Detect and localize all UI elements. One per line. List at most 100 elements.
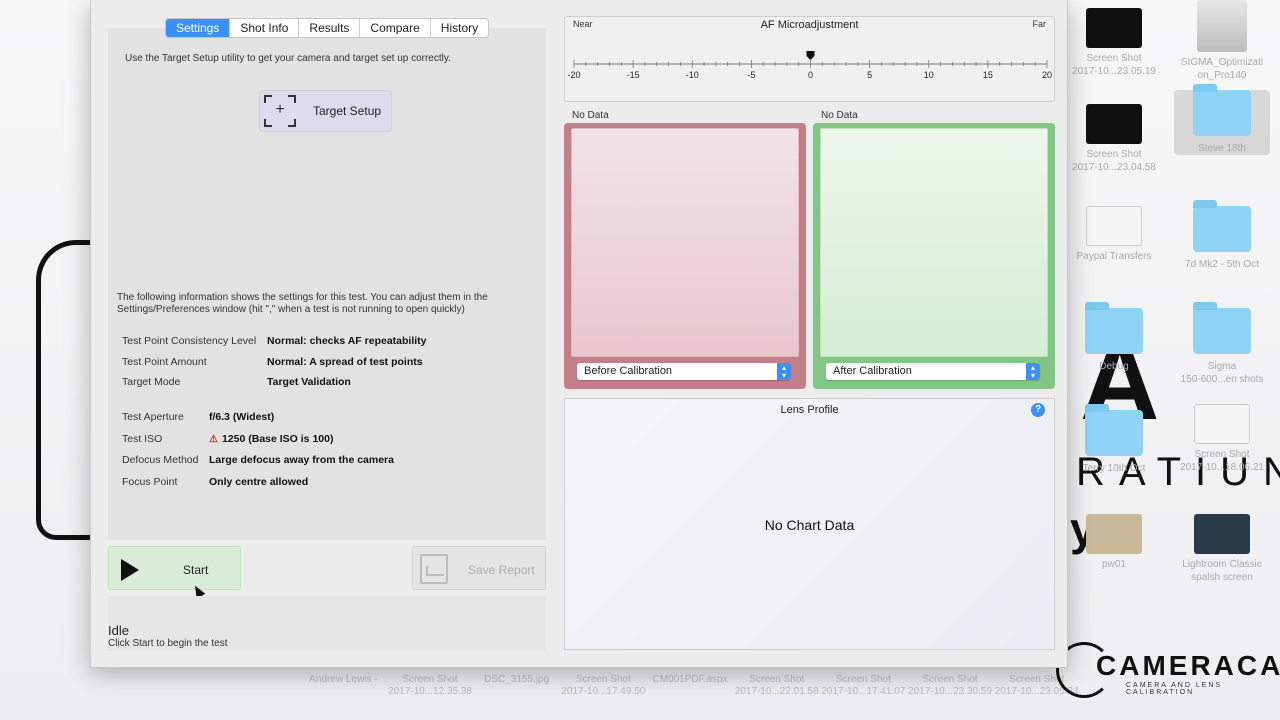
before-title: No Data: [572, 110, 609, 121]
after-frame: After Calibration ▴ ▾: [813, 123, 1055, 389]
app-window: Use the Target Setup utility to get your…: [90, 0, 1068, 668]
setting-value: Normal: A spread of test points: [267, 355, 423, 368]
setting-row: Test Point Amount Normal: A spread of tes…: [122, 356, 532, 370]
desktop-icon[interactable]: Screen Shot 2017-10...23.04.58: [1066, 104, 1162, 174]
desktop-file-label[interactable]: CM001PDF.aspx: [647, 674, 734, 698]
af-marker-icon[interactable]: [806, 51, 815, 60]
desktop-icon[interactable]: 7d Mk2 - 5th Oct: [1174, 200, 1270, 271]
desktop-file-label[interactable]: Screen Shot 2017-10...17.41.07: [820, 674, 907, 698]
desktop-icon-label: Steve 18th: [1198, 143, 1246, 154]
folder-icon: [1085, 404, 1143, 456]
setting-value: Only centre allowed: [209, 475, 309, 488]
desktop-icon-label: Screen Shot 2017-10...18.06.21: [1180, 449, 1264, 473]
desktop-icon[interactable]: Debug: [1066, 302, 1162, 373]
desktop-icon-label: SIGMA_Optimizati on_Pro140: [1180, 57, 1264, 81]
setting-key: Defocus Method: [122, 454, 199, 466]
after-calibration-select[interactable]: After Calibration ▴ ▾: [826, 363, 1040, 380]
af-tick-label: -5: [747, 70, 755, 80]
desktop-icon-label: pw01: [1102, 559, 1126, 570]
tab-compare[interactable]: Compare: [360, 19, 431, 37]
save-report-label: Save Report: [468, 563, 535, 577]
desktop-file-label[interactable]: Andrew Lewis -: [300, 674, 387, 698]
setting-value: Normal: checks AF repeatability: [267, 335, 427, 347]
tab-shot-info[interactable]: Shot Info: [230, 19, 300, 37]
desktop-file-label[interactable]: Screen Shot 2017-10...12.35.38: [387, 674, 474, 698]
file-thumbnail-icon: [1086, 8, 1142, 48]
target-setup-button[interactable]: + Target Setup: [259, 90, 392, 132]
target-crosshair-icon: +: [264, 95, 296, 127]
af-tick-label: 15: [983, 70, 993, 80]
before-calibration-panel: No Data Before Calibration ▴ ▾: [564, 108, 806, 389]
folder-icon: [1193, 302, 1251, 354]
setting-value: f/6.3 (Widest): [209, 411, 275, 423]
after-calibration-panel: No Data After Calibration ▴ ▾: [813, 108, 1055, 389]
setting-row: Defocus Method Large defocus away from th…: [122, 454, 532, 468]
before-calibration-select[interactable]: Before Calibration ▴ ▾: [577, 363, 791, 380]
desktop-file-label[interactable]: Screen Shot 2017-10...17.49.50: [560, 674, 647, 698]
desktop-file-label[interactable]: DSC_3155.jpg: [473, 674, 560, 698]
setting-row: Target Mode Target Validation: [122, 376, 532, 390]
af-tick-label: -20: [567, 70, 580, 80]
desktop-file-label[interactable]: Screen Shot 2017-10...22.01.58: [733, 674, 820, 698]
start-button[interactable]: Start: [108, 546, 241, 590]
status-subtitle: Click Start to begin the test: [108, 638, 228, 649]
desktop-icon-label: 7d Mk2 - 5th Oct: [1185, 259, 1259, 270]
desktop-icon-label: Screen Shot 2017-10...23.04.58: [1072, 149, 1156, 173]
desktop-icon[interactable]: Screen Shot 2017-10...18.06.21: [1174, 404, 1270, 474]
desktop-icon-label: Paypal Transfers: [1076, 251, 1152, 262]
after-image-area: [820, 128, 1048, 357]
tab-results[interactable]: Results: [299, 19, 361, 37]
tab-settings[interactable]: Settings: [166, 19, 231, 37]
start-label: Start: [183, 563, 209, 577]
warning-icon: ⚠: [209, 433, 218, 445]
desktop-icon[interactable]: SIGMA_Optimizati on_Pro140: [1174, 0, 1270, 82]
desktop-icon[interactable]: Paypal Transfers: [1066, 206, 1162, 263]
setting-row: Focus Point Only centre allowed: [122, 476, 532, 490]
setting-value: ⚠ 1250 (Base ISO is 100): [209, 433, 333, 445]
file-thumbnail-icon: [1086, 514, 1142, 554]
desktop-icon-label: Terry 10th Oct: [1082, 463, 1146, 474]
play-icon: [121, 559, 139, 581]
no-chart-data-text: No Chart Data: [764, 517, 855, 533]
setting-value: Large defocus away from the camera: [209, 454, 394, 466]
af-tick-label: -10: [686, 70, 699, 80]
desktop-bottom-files: Andrew Lewis - Screen Shot 2017-10...12.3…: [300, 674, 1080, 698]
desktop-icon[interactable]: Terry 10th Oct: [1066, 404, 1162, 475]
settings-info-text: The following information shows the sett…: [117, 292, 488, 315]
after-title: No Data: [821, 110, 858, 121]
report-chart-icon: [420, 554, 448, 584]
desktop-file-label[interactable]: Screen Shot 2017-10...23.30.59: [907, 674, 994, 698]
before-select-value: Before Calibration: [584, 365, 673, 377]
af-microadjustment-panel: Near AF Microadjustment Far -20 -15 -10 -5 0…: [564, 16, 1055, 102]
setting-key: Test ISO: [122, 432, 163, 445]
before-frame: Before Calibration ▴ ▾: [564, 123, 806, 389]
af-tick-label: 5: [867, 70, 872, 80]
folder-icon: [1193, 84, 1251, 136]
after-select-value: After Calibration: [833, 365, 912, 377]
desktop-icon[interactable]: Lightroom Classic spalsh screen: [1174, 514, 1270, 584]
af-scale[interactable]: -20 -15 -10 -5 0 5 10 15 20: [565, 17, 1056, 103]
af-tick-label: 10: [924, 70, 934, 80]
cameracal-logo: CAMERACAL CAMERA AND LENS CALIBRATION: [1056, 634, 1280, 706]
setting-key: Test Aperture: [122, 411, 184, 423]
chevron-updown-icon: ▴ ▾: [777, 363, 791, 380]
tab-history[interactable]: History: [431, 19, 488, 37]
status-title: Idle: [108, 623, 129, 638]
lens-profile-title: Lens Profile: [780, 404, 839, 416]
target-setup-label: Target Setup: [313, 104, 382, 118]
setting-key: Test Point Amount: [122, 355, 207, 368]
save-report-button[interactable]: Save Report: [412, 546, 546, 590]
desktop-icon[interactable]: pw01: [1066, 514, 1162, 571]
desktop-icon[interactable]: Screen Shot 2017-10...23.05.19: [1066, 8, 1162, 78]
before-image-area: [571, 128, 799, 357]
desktop-icon-label: Debug: [1099, 361, 1129, 372]
setting-row: Test ISO ⚠ 1250 (Base ISO is 100): [122, 433, 532, 447]
setting-key: Focus Point: [122, 475, 178, 488]
desktop-icon[interactable]: Steve 18th: [1174, 84, 1270, 155]
setting-row: Test Point Consistency Level Normal: chec…: [122, 335, 532, 349]
folder-icon: [1193, 200, 1251, 252]
file-thumbnail-icon: [1194, 404, 1250, 444]
help-icon[interactable]: ?: [1031, 403, 1045, 417]
desktop-icon[interactable]: Sigma 150-600...en shots: [1174, 302, 1270, 386]
desktop-icon-label: Screen Shot 2017-10...23.05.19: [1072, 53, 1156, 77]
